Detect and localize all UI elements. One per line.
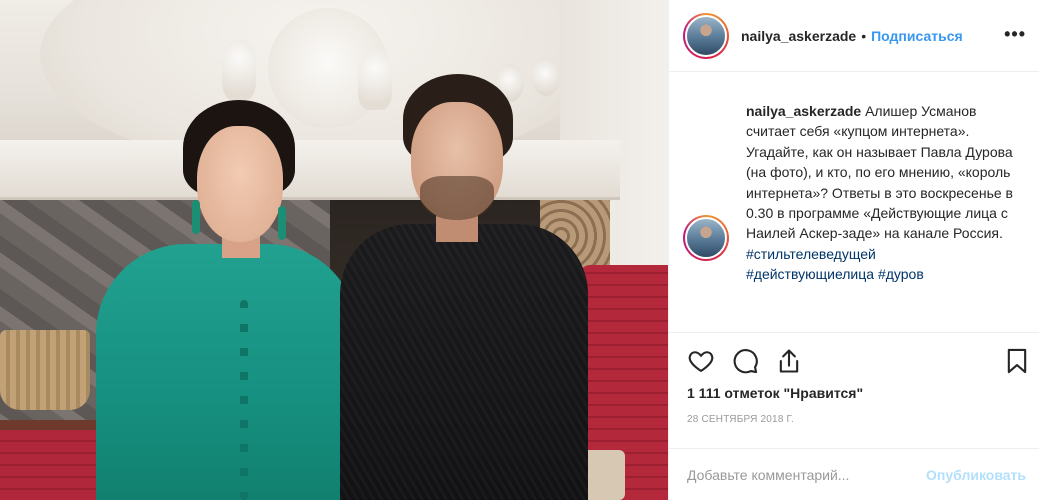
photo-cherub-right (358, 50, 392, 110)
add-comment-bar: Опубликовать (669, 448, 1039, 500)
photo-sofa-left (0, 430, 110, 500)
likes-count[interactable]: 1 111 отметок "Нравится" (687, 385, 863, 401)
photo-earring (192, 200, 200, 234)
avatar-image (685, 14, 727, 57)
hashtag-link[interactable]: #стильтелеведущей (746, 244, 1016, 264)
photo-mask (532, 58, 560, 96)
follow-button[interactable]: Подписаться (871, 28, 963, 44)
post-photo[interactable] (0, 0, 668, 500)
caption-avatar[interactable] (683, 215, 729, 261)
save-button[interactable] (1003, 347, 1033, 377)
hashtag-link[interactable]: #действующиелица #дуров (746, 264, 1016, 284)
photo-cherub-left (222, 40, 256, 100)
photo-earring (278, 206, 286, 240)
post-date[interactable]: 28 СЕНТЯБРЯ 2018 Г. (687, 414, 794, 425)
comment-icon (733, 349, 758, 374)
post-side-panel: nailya_askerzade • Подписаться ••• naily… (668, 0, 1039, 500)
comment-button[interactable] (731, 347, 761, 377)
share-button[interactable] (775, 347, 805, 377)
post-caption: nailya_askerzade Алишер Усманов считает … (746, 101, 1016, 285)
heart-icon (688, 351, 714, 373)
avatar-image (685, 217, 727, 259)
bookmark-icon (1007, 348, 1027, 374)
photo-man-jacket-texture (340, 224, 588, 500)
photo-woman-dress (96, 244, 358, 500)
header-separator: • (861, 27, 867, 44)
caption-body: Алишер Усманов считает себя «купцом инте… (746, 103, 1013, 242)
photo-woman-face (197, 126, 283, 242)
post-header: nailya_askerzade • Подписаться ••• (669, 0, 1039, 72)
more-options-icon[interactable]: ••• (1004, 24, 1026, 45)
photo-dress-buttons (240, 300, 248, 500)
caption-avatar-wrapper (683, 215, 729, 261)
photo-basket (0, 330, 90, 410)
photo-mantel (0, 140, 620, 200)
publish-button[interactable]: Опубликовать (926, 467, 1026, 483)
comments-area[interactable]: nailya_askerzade Алишер Усманов считает … (669, 73, 1039, 331)
photo-man-beard (420, 176, 494, 220)
header-username[interactable]: nailya_askerzade (741, 28, 856, 44)
avatar[interactable] (683, 12, 729, 59)
like-button[interactable] (687, 347, 717, 377)
share-icon (779, 349, 799, 373)
comment-input[interactable] (687, 466, 927, 483)
caption-username[interactable]: nailya_askerzade (746, 103, 861, 119)
